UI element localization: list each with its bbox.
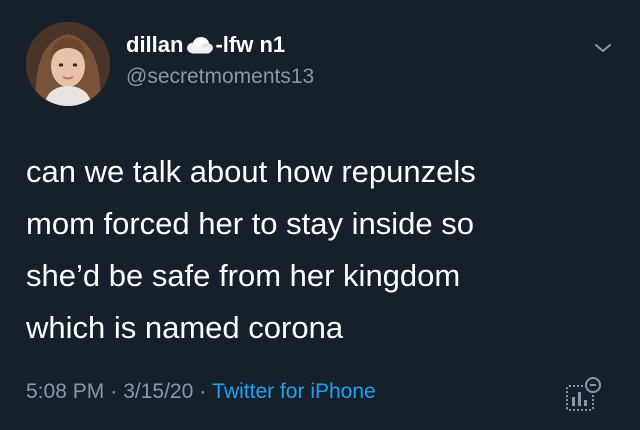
display-name-part-1: dillan — [126, 32, 184, 57]
meta-separator: · — [199, 380, 207, 403]
user-header: dillan -lfw n1 @secretmoments13 — [126, 32, 314, 90]
display-name-part-2: -lfw n1 — [215, 32, 286, 57]
tweet-text: can we talk about how repunzels mom forc… — [26, 146, 606, 354]
tweet-text-line: can we talk about how repunzels — [26, 154, 476, 189]
avatar-image — [26, 22, 110, 106]
tweet-text-line: which is named corona — [26, 310, 344, 345]
tweet-meta: 5:08 PM · 3/15/20 · Twitter for iPhone — [26, 378, 376, 406]
tweet-text-line: mom forced her to stay inside so — [26, 206, 474, 241]
display-name[interactable]: dillan -lfw n1 — [126, 32, 314, 58]
user-handle[interactable]: @secretmoments13 — [126, 64, 314, 90]
tweet-text-line: she’d be safe from her kingdom — [26, 258, 461, 293]
chevron-down-icon[interactable] — [592, 40, 614, 56]
tweet-date[interactable]: 3/15/20 — [123, 380, 193, 403]
meta-separator: · — [110, 380, 118, 403]
tweet: dillan -lfw n1 @secretmoments13 can we t… — [0, 0, 640, 430]
cloud-icon — [184, 35, 214, 55]
tweet-time[interactable]: 5:08 PM — [26, 380, 104, 403]
analytics-icon[interactable] — [562, 374, 604, 414]
tweet-source-link[interactable]: Twitter for iPhone — [212, 380, 375, 403]
avatar[interactable] — [26, 22, 110, 106]
